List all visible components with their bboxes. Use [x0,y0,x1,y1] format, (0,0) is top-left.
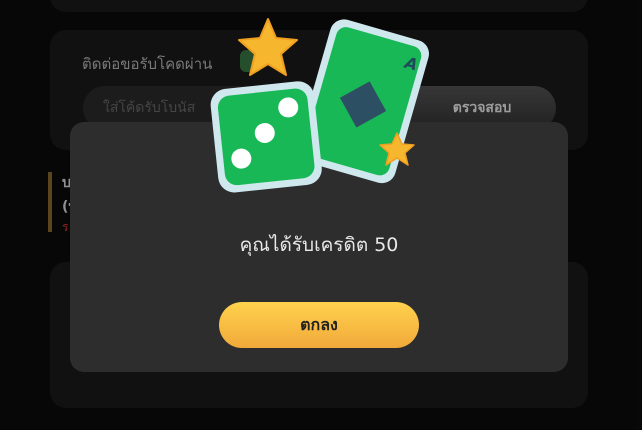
dice-icon [210,81,322,193]
ok-button[interactable]: ตกลง [219,302,419,348]
reward-illustration: A [210,18,430,193]
credit-message: คุณได้รับเครดิต 50 [239,234,399,256]
star-icon [238,18,298,76]
